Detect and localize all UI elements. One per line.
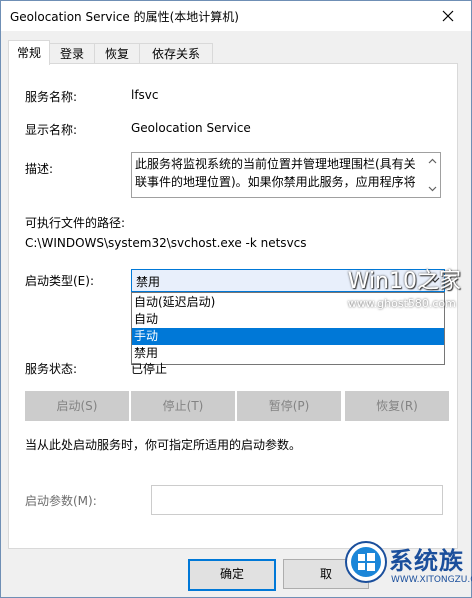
start-button[interactable]: 启动(S) <box>25 391 129 421</box>
site-logo: 系统族 WWW.XITONGZU.COM <box>341 535 472 597</box>
exe-path-label: 可执行文件的路径: <box>25 216 126 230</box>
start-params-hint: 当从此处启动服务时，你可指定所适用的启动参数。 <box>25 438 302 452</box>
window-title: Geolocation Service 的属性(本地计算机) <box>10 10 239 24</box>
startup-option-disabled[interactable]: 禁用 <box>132 345 444 362</box>
title-bar[interactable]: Geolocation Service 的属性(本地计算机) <box>1 1 471 31</box>
watermark-brand: Win10之家 <box>347 269 461 294</box>
scroll-down-icon[interactable] <box>428 184 437 193</box>
service-status-value: 已停止 <box>131 362 168 376</box>
properties-window: Geolocation Service 的属性(本地计算机) 常规 登录 恢复 … <box>0 0 472 598</box>
logo-text: 系统族 <box>389 547 464 575</box>
service-name-value: lfsvc <box>131 88 159 102</box>
service-name-label: 服务名称: <box>25 90 78 104</box>
close-button[interactable] <box>425 1 471 31</box>
start-params-input[interactable] <box>151 485 443 515</box>
description-text: 此服务将监视系统的当前位置并管理地理围栏(具有关联事件的地理位置)。如果你禁用此… <box>135 157 416 189</box>
description-scrollbar[interactable] <box>425 153 440 197</box>
tab-recovery[interactable]: 恢复 <box>94 43 140 64</box>
ok-button[interactable]: 确定 <box>188 559 276 591</box>
exe-path-value: C:\WINDOWS\system32\svchost.exe -k netsv… <box>25 236 307 250</box>
service-status-label: 服务状态: <box>25 362 78 376</box>
tab-logon[interactable]: 登录 <box>49 43 95 64</box>
watermark-url: www.ghost580.com <box>347 297 456 310</box>
startup-option-auto[interactable]: 自动 <box>132 311 444 328</box>
tab-general[interactable]: 常规 <box>8 40 50 65</box>
close-icon <box>442 10 454 22</box>
windows-logo-icon <box>345 541 387 583</box>
startup-type-label: 启动类型(E): <box>25 274 94 288</box>
scroll-up-icon[interactable] <box>428 157 437 166</box>
startup-option-manual[interactable]: 手动 <box>132 328 444 345</box>
start-params-label: 启动参数(M): <box>25 494 97 508</box>
logo-sub: WWW.XITONGZU.COM <box>391 575 472 585</box>
pause-button[interactable]: 暂停(P) <box>237 391 341 421</box>
startup-type-value: 禁用 <box>136 275 161 289</box>
display-name-label: 显示名称: <box>25 123 78 137</box>
description-box[interactable]: 此服务将监视系统的当前位置并管理地理围栏(具有关联事件的地理位置)。如果你禁用此… <box>131 152 441 198</box>
description-label: 描述: <box>25 162 54 176</box>
watermark: Win10之家 www.ghost580.com <box>348 263 461 310</box>
stop-button[interactable]: 停止(T) <box>131 391 235 421</box>
display-name-value: Geolocation Service <box>131 121 251 135</box>
resume-button[interactable]: 恢复(R) <box>345 391 449 421</box>
tab-dependencies[interactable]: 依存关系 <box>139 43 213 64</box>
